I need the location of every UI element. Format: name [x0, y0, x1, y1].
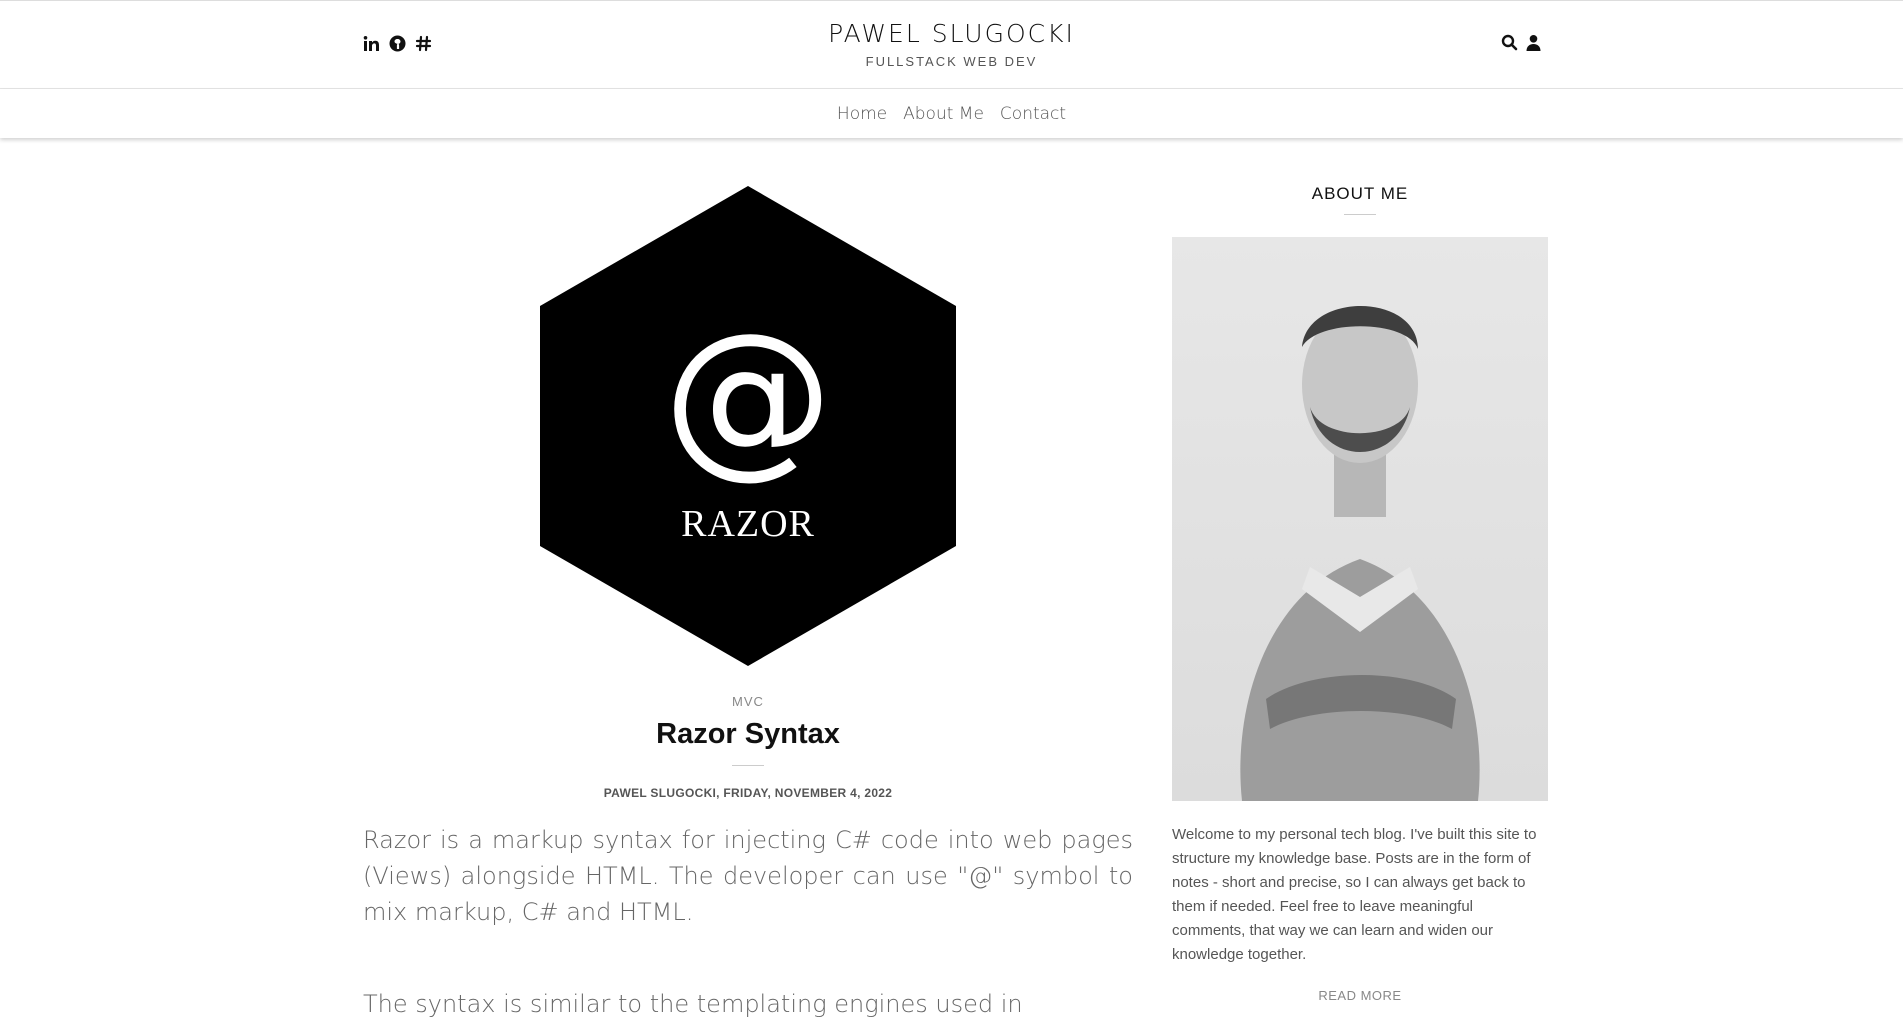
about-text: Welcome to my personal tech blog. I've b…: [1172, 826, 1537, 963]
post-category[interactable]: MVC: [363, 694, 1133, 709]
read-more-link[interactable]: READ MORE: [1172, 988, 1548, 1003]
nav-about-me[interactable]: About Me: [903, 104, 984, 124]
nav-home[interactable]: Home: [837, 104, 887, 124]
post-paragraph: The syntax is similar to the templating …: [363, 990, 1023, 1018]
nav-contact[interactable]: Contact: [1000, 104, 1066, 124]
site-brand[interactable]: PAWEL SLUGOCKI FULLSTACK WEB DEV: [0, 19, 1903, 69]
site-subtitle: FULLSTACK WEB DEV: [865, 54, 1038, 69]
site-header: PAWEL SLUGOCKI FULLSTACK WEB DEV: [0, 0, 1903, 89]
sidebar-divider: [1344, 214, 1376, 215]
title-divider: [732, 765, 764, 766]
razor-label: RAZOR: [681, 503, 815, 545]
post-byline: PAWEL SLUGOCKI, FRIDAY, NOVEMBER 4, 2022: [603, 786, 893, 800]
search-icon[interactable]: [1500, 33, 1518, 51]
user-icon[interactable]: [1524, 33, 1542, 51]
post-hero-image[interactable]: @ RAZOR: [540, 186, 956, 666]
sidebar-heading: ABOUT ME: [1311, 184, 1409, 203]
post-paragraph: Razor is a markup syntax for injecting C…: [363, 826, 1133, 926]
header-tools: [1500, 33, 1542, 51]
main-nav: Home About Me Contact: [0, 89, 1903, 138]
razor-at-symbol: @: [663, 297, 833, 495]
author-photo: [1172, 237, 1548, 801]
post-title[interactable]: Razor Syntax: [363, 718, 1133, 751]
site-title[interactable]: PAWEL SLUGOCKI: [0, 19, 1903, 48]
